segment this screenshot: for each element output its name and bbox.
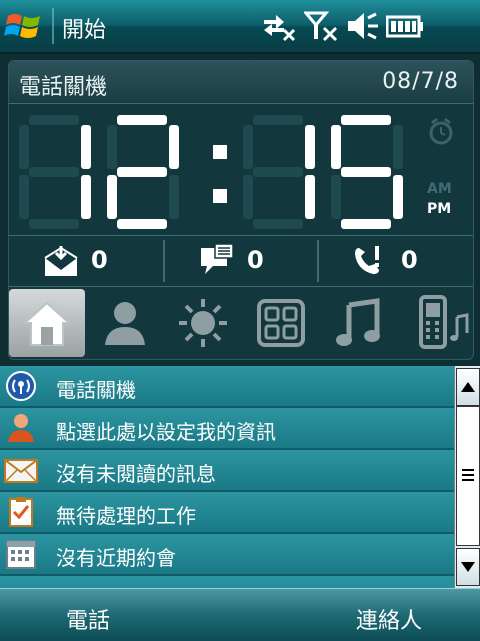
clock-segment-e xyxy=(19,175,29,219)
scroll-down-button[interactable] xyxy=(456,548,480,586)
clock-segment-b xyxy=(169,125,179,169)
clock-segment-c xyxy=(81,175,91,219)
clock-segment-g xyxy=(29,167,79,177)
list-item-label: 無待處理的工作 xyxy=(56,504,196,528)
clock-segment-g xyxy=(117,167,167,177)
today-list: 電話關機 點選此處以設定我的資訊 沒有未閱讀的訊息 無待處理的工作 沒有近期約會 xyxy=(0,366,454,588)
clock-panel[interactable]: 電話關機 08/7/8 AM PM 0 0 0 xyxy=(8,60,474,360)
list-item-phone-status[interactable]: 電話關機 xyxy=(0,366,454,408)
home-icon xyxy=(22,301,72,346)
list-item-tasks[interactable]: 無待處理的工作 xyxy=(0,492,454,534)
tab-music[interactable] xyxy=(321,289,397,357)
tab-home[interactable] xyxy=(9,289,85,357)
tab-weather[interactable] xyxy=(165,289,241,357)
clock-segment-f xyxy=(331,125,341,169)
weather-icon xyxy=(179,299,227,347)
sync-off-icon[interactable] xyxy=(262,10,296,42)
clock-segment-a xyxy=(341,115,391,125)
voicemail-count: 0 xyxy=(91,246,108,274)
clock-segment-e xyxy=(107,175,117,219)
signal-off-icon[interactable] xyxy=(304,10,338,42)
clock-minute-ones-digit xyxy=(331,115,403,229)
wireless-icon xyxy=(6,371,36,401)
page-title: 開始 xyxy=(62,18,107,43)
clock-minute-tens-digit xyxy=(243,115,315,229)
tasks-icon xyxy=(9,497,33,527)
list-scrollbar[interactable] xyxy=(454,366,480,588)
volume-icon[interactable] xyxy=(346,10,380,42)
missed-calls-count: 0 xyxy=(401,246,418,274)
alarm-icon[interactable] xyxy=(429,117,453,145)
clock-segment-a xyxy=(117,115,167,125)
title-bar: 開始 xyxy=(0,0,480,54)
date-label: 08/7/8 xyxy=(382,69,459,94)
contact-icon xyxy=(105,302,145,345)
clock-colon xyxy=(213,145,227,203)
clock-segment-b xyxy=(305,125,315,169)
windows-start-icon[interactable] xyxy=(4,6,44,46)
clock-segment-c xyxy=(169,175,179,219)
softkey-bar: 電話 連絡人 xyxy=(0,588,480,641)
clock-segment-c xyxy=(393,175,403,219)
phone-status-label: 電話關機 xyxy=(19,75,108,100)
title-divider xyxy=(52,8,54,44)
list-item-label: 點選此處以設定我的資訊 xyxy=(56,420,276,444)
list-item-calendar[interactable]: 沒有近期約會 xyxy=(0,534,454,576)
apps-grid-icon xyxy=(257,299,305,347)
list-item-messages[interactable]: 沒有未閱讀的訊息 xyxy=(0,450,454,492)
plugin-tab-bar xyxy=(9,285,473,357)
messages-counter[interactable]: 0 xyxy=(165,236,319,286)
clock-segment-d xyxy=(29,219,79,229)
list-item-label: 電話關機 xyxy=(56,378,136,402)
clock-segment-d xyxy=(341,219,391,229)
message-icon xyxy=(201,244,234,274)
clock-segment-f xyxy=(19,125,29,169)
list-item-label: 沒有未閱讀的訊息 xyxy=(56,462,216,486)
scroll-up-button[interactable] xyxy=(456,368,480,406)
mail-icon xyxy=(4,459,38,483)
arrow-down-icon xyxy=(461,562,475,572)
music-icon xyxy=(336,298,380,346)
clock-hour-tens-digit xyxy=(19,115,91,229)
clock-segment-d xyxy=(117,219,167,229)
tab-apps[interactable] xyxy=(243,289,319,357)
am-indicator: AM xyxy=(427,181,452,197)
phone-music-icon xyxy=(419,295,469,349)
tab-contacts[interactable] xyxy=(87,289,163,357)
owner-info-icon xyxy=(8,414,34,442)
panel-header: 電話關機 08/7/8 xyxy=(9,61,473,104)
clock-segment-f xyxy=(107,125,117,169)
scroll-thumb[interactable] xyxy=(456,406,480,546)
clock-segment-f xyxy=(243,125,253,169)
clock-segment-g xyxy=(253,167,303,177)
missed-calls-counter[interactable]: 0 xyxy=(319,236,473,286)
list-item-owner-info[interactable]: 點選此處以設定我的資訊 xyxy=(0,408,454,450)
battery-icon[interactable] xyxy=(386,10,424,42)
clock-hour-ones-digit xyxy=(107,115,179,229)
clock-segment-e xyxy=(243,175,253,219)
clock-segment-a xyxy=(253,115,303,125)
softkey-right-contacts[interactable]: 連絡人 xyxy=(356,603,422,635)
clock-segment-g xyxy=(341,167,391,177)
grip-icon xyxy=(462,469,474,481)
clock-segment-c xyxy=(305,175,315,219)
clock-segment-b xyxy=(81,125,91,169)
arrow-up-icon xyxy=(461,382,475,392)
pm-indicator: PM xyxy=(427,201,451,217)
notification-counters: 0 0 0 xyxy=(9,235,473,287)
clock-segment-b xyxy=(393,125,403,169)
missed-call-icon xyxy=(355,246,379,274)
list-item-partial[interactable] xyxy=(0,576,454,588)
list-item-label: 沒有近期約會 xyxy=(56,546,176,570)
voicemail-counter[interactable]: 0 xyxy=(9,236,163,286)
digital-clock[interactable]: AM PM xyxy=(19,113,461,231)
clock-segment-a xyxy=(29,115,79,125)
messages-count: 0 xyxy=(247,246,264,274)
clock-segment-e xyxy=(331,175,341,219)
tab-phone-media[interactable] xyxy=(399,289,473,357)
voicemail-icon xyxy=(44,246,78,276)
calendar-icon xyxy=(6,540,36,569)
clock-segment-d xyxy=(253,219,303,229)
softkey-left-phone[interactable]: 電話 xyxy=(66,603,110,635)
